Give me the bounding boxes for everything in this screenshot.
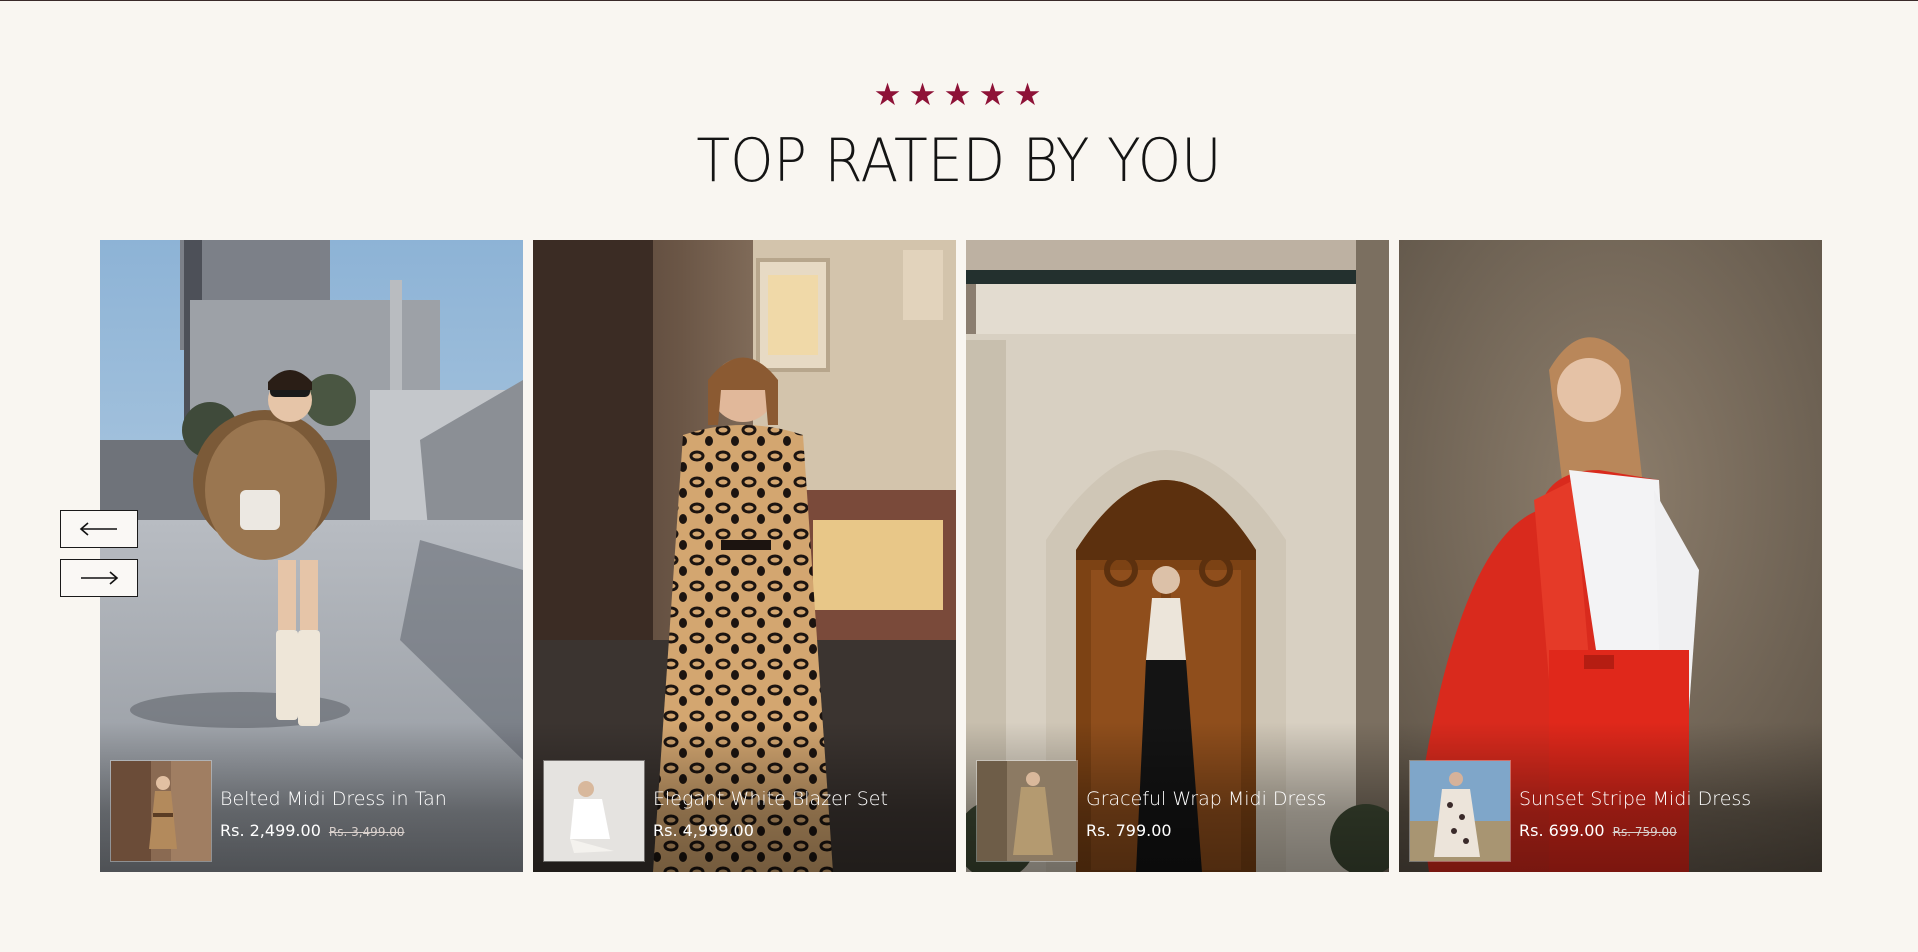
star-icon: ★ xyxy=(908,77,940,113)
product-card[interactable]: Sunset Stripe Midi Dress Rs. 699.00 Rs. 7… xyxy=(1399,240,1822,872)
compare-price: Rs. 759.00 xyxy=(1612,825,1677,839)
product-price: Rs. 799.00 xyxy=(1086,821,1172,840)
arrow-left-icon xyxy=(79,522,117,536)
product-thumbnail[interactable] xyxy=(1409,760,1511,862)
product-title[interactable]: Sunset Stripe Midi Dress xyxy=(1519,788,1751,810)
product-thumbnail[interactable] xyxy=(110,760,212,862)
star-icon: ★ xyxy=(1013,77,1045,113)
product-card[interactable]: Belted Midi Dress in Tan Rs. 2,499.00 Rs.… xyxy=(100,240,523,872)
star-icon: ★ xyxy=(943,77,975,113)
sale-price: Rs. 4,999.00 xyxy=(653,821,754,840)
section-title: TOP RATED BY YOU xyxy=(696,126,1222,196)
top-border xyxy=(0,0,1918,1)
product-thumbnail[interactable] xyxy=(976,760,1078,862)
carousel-prev-button[interactable] xyxy=(60,510,138,548)
sale-price: Rs. 699.00 xyxy=(1519,821,1605,840)
product-price: Rs. 699.00 Rs. 759.00 xyxy=(1519,821,1677,840)
product-thumbnail[interactable] xyxy=(543,760,645,862)
star-icon: ★ xyxy=(873,77,905,113)
compare-price: Rs. 3,499.00 xyxy=(328,825,405,839)
product-card[interactable]: Elegant White Blazer Set Rs. 4,999.00 xyxy=(533,240,956,872)
product-price: Rs. 2,499.00 Rs. 3,499.00 xyxy=(220,821,405,840)
star-icon: ★ xyxy=(978,77,1010,113)
product-title[interactable]: Belted Midi Dress in Tan xyxy=(220,788,447,810)
arrow-right-icon xyxy=(81,571,119,585)
carousel-next-button[interactable] xyxy=(60,559,138,597)
sale-price: Rs. 2,499.00 xyxy=(220,821,321,840)
product-card[interactable]: Graceful Wrap Midi Dress Rs. 799.00 xyxy=(966,240,1389,872)
product-price: Rs. 4,999.00 xyxy=(653,821,754,840)
product-title[interactable]: Elegant White Blazer Set xyxy=(653,788,888,810)
product-title[interactable]: Graceful Wrap Midi Dress xyxy=(1086,788,1326,810)
rating-stars: ★ ★ ★ ★ ★ xyxy=(0,78,1918,112)
sale-price: Rs. 799.00 xyxy=(1086,821,1172,840)
